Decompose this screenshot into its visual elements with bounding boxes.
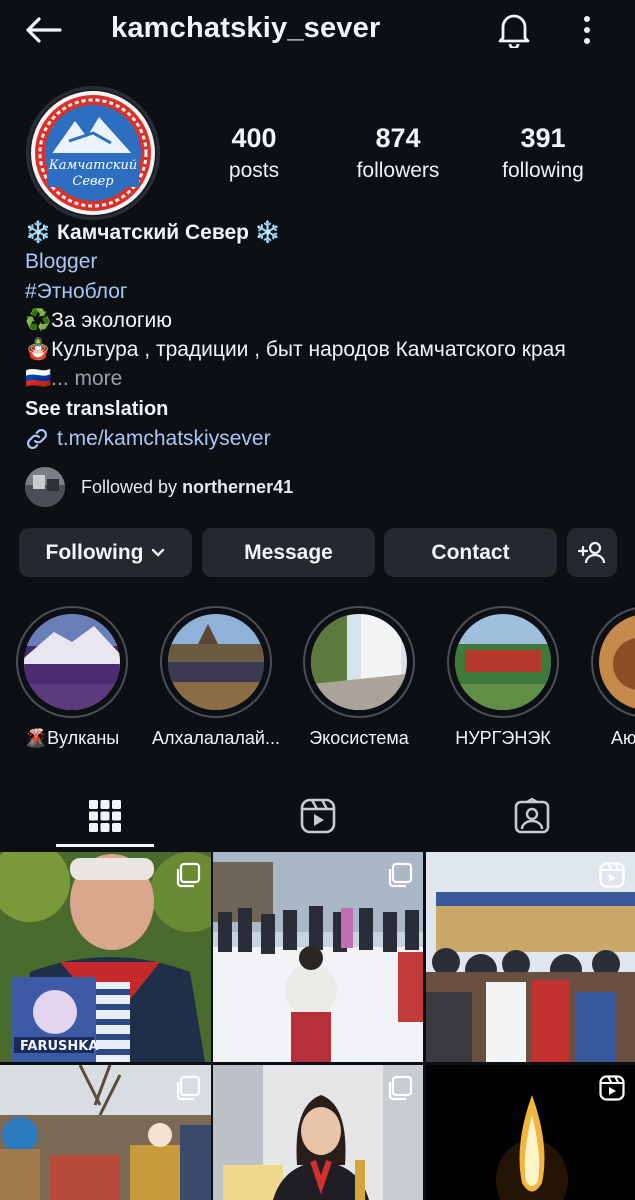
- bio-more-link[interactable]: ... more: [51, 367, 122, 390]
- bell-icon[interactable]: [494, 10, 534, 50]
- see-translation-link[interactable]: See translation: [25, 395, 168, 423]
- profile-avatar[interactable]: Камчатский Север: [26, 86, 160, 220]
- bio-link[interactable]: t.me/kamchatskiysever: [25, 425, 271, 453]
- highlight-nurgenek-label: НУРГЭНЭК: [455, 728, 551, 748]
- profile-display-name: ❄️ Камчатский Север ❄️: [25, 221, 281, 244]
- profile-username: kamchatskiy_sever: [111, 12, 381, 44]
- followed-by-prefix: Followed by: [81, 476, 183, 497]
- tab-posts-grid[interactable]: [56, 786, 154, 846]
- followers-count-value: 874: [375, 123, 421, 153]
- following-count[interactable]: 391 following: [483, 122, 603, 188]
- post1-book-title: FARUSHKA: [20, 1039, 98, 1054]
- highlight-ecosystem[interactable]: Экосистема: [300, 606, 418, 748]
- posts-count-label: posts: [228, 159, 280, 182]
- followed-by-user: northerner41: [182, 476, 294, 497]
- more-options-icon[interactable]: [570, 10, 604, 50]
- following-count-label: following: [502, 159, 584, 182]
- highlight-alkhalalalai-image: [168, 614, 264, 710]
- flag-icon: 🇷🇺: [25, 367, 52, 390]
- post-thumbnail-1[interactable]: FARUSHKA: [0, 852, 211, 1062]
- bio-hashtag[interactable]: #Этноблог: [25, 278, 128, 306]
- add-person-icon: [578, 541, 606, 565]
- highlight-volcanoes-label: 🌋Вулканы: [24, 728, 120, 748]
- reel-icon: [599, 1075, 625, 1106]
- post-thumbnail-6[interactable]: [426, 1065, 635, 1200]
- post-thumbnail-5[interactable]: [213, 1065, 423, 1200]
- followed-by[interactable]: Followed by northerner41: [25, 467, 293, 507]
- carousel-icon: [175, 862, 201, 893]
- active-tab-indicator: [56, 844, 154, 847]
- link-icon: [25, 427, 49, 451]
- followers-count-label: followers: [356, 159, 440, 182]
- tagged-person-icon: [514, 798, 550, 834]
- tab-tagged[interactable]: [483, 786, 581, 846]
- follower-avatar: [25, 467, 65, 507]
- logo-text-line2: Север: [72, 174, 114, 189]
- highlight-partial-label: Аю: [611, 728, 635, 748]
- post-thumbnail-3[interactable]: [426, 852, 635, 1062]
- logo-text-line1: Камчатский: [48, 158, 138, 173]
- posts-count[interactable]: 400 posts: [194, 122, 314, 188]
- highlight-ecosystem-label: Экосистема: [309, 728, 409, 748]
- highlight-nurgenek-image: [455, 614, 551, 710]
- highlight-alkhalalalai[interactable]: Алхалалалай...: [152, 606, 280, 748]
- highlight-volcanoes[interactable]: 🌋Вулканы: [13, 606, 131, 748]
- reel-icon: [599, 862, 625, 893]
- carousel-icon: [175, 1075, 201, 1106]
- highlight-ecosystem-image: [311, 614, 407, 710]
- reels-icon: [300, 798, 336, 834]
- following-count-value: 391: [520, 123, 566, 153]
- bio-line-culture: 🪆Культура , традиции , быт народов Камча…: [25, 338, 566, 361]
- highlight-partial[interactable]: Аю: [587, 606, 635, 766]
- posts-count-value: 400: [231, 123, 277, 153]
- add-user-button[interactable]: [567, 528, 617, 577]
- bio-line-ecology: ♻️За экологию: [25, 309, 173, 332]
- back-arrow-icon[interactable]: [22, 12, 64, 48]
- following-button-label: Following: [45, 540, 144, 564]
- carousel-icon: [387, 1075, 413, 1106]
- carousel-icon: [387, 862, 413, 893]
- followers-count[interactable]: 874 followers: [338, 122, 458, 188]
- message-button[interactable]: Message: [202, 528, 375, 577]
- top-bar: kamchatskiy_sever: [0, 0, 635, 60]
- post-thumbnail-4[interactable]: [0, 1065, 211, 1200]
- bio-link-text: t.me/kamchatskiysever: [57, 427, 271, 450]
- bio-line-more: 🇷🇺... more: [25, 365, 122, 393]
- following-button[interactable]: Following: [19, 528, 192, 577]
- chevron-down-icon: [151, 548, 165, 558]
- contact-button[interactable]: Contact: [384, 528, 557, 577]
- highlight-partial-image: [599, 614, 635, 710]
- tab-reels[interactable]: [269, 786, 367, 846]
- highlight-nurgenek[interactable]: НУРГЭНЭК: [444, 606, 562, 748]
- profile-category: Blogger: [25, 250, 98, 273]
- highlight-volcanoes-image: [24, 614, 120, 710]
- highlight-alkhalalalai-label: Алхалалалай...: [152, 728, 280, 748]
- followed-by-text: Followed by northerner41: [81, 477, 293, 498]
- post-thumbnail-2[interactable]: [213, 852, 423, 1062]
- grid-icon: [89, 800, 121, 832]
